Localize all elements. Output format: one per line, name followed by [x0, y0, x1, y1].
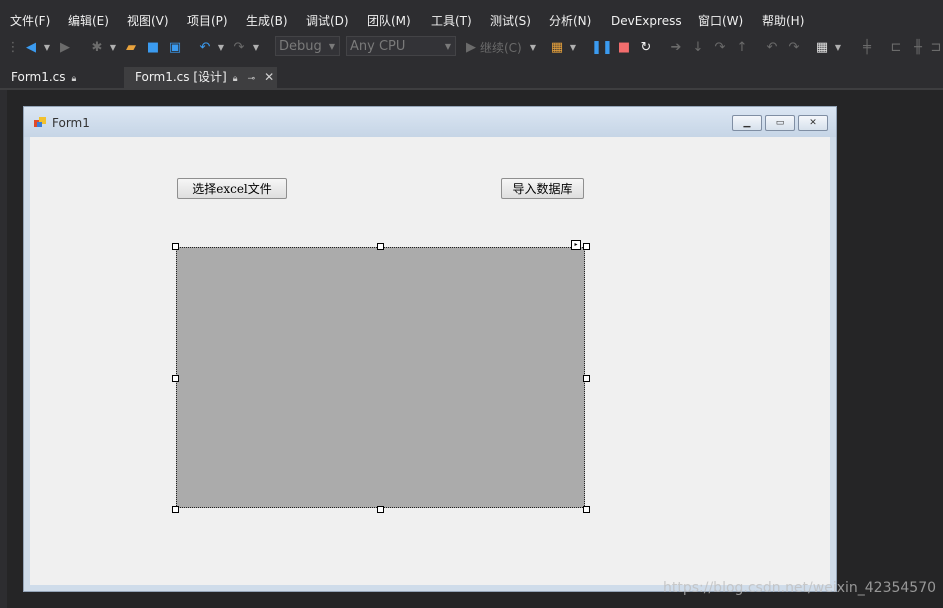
- undo-icon[interactable]: ↶: [196, 37, 214, 57]
- solution-platform-value: Any CPU: [350, 39, 406, 54]
- align-to-grid-icon[interactable]: ▦: [813, 37, 831, 57]
- import-database-button[interactable]: 导入数据库: [501, 178, 584, 199]
- menu-view[interactable]: 视图(V): [127, 10, 169, 32]
- pin-icon[interactable]: ⊸: [248, 69, 256, 90]
- menu-debug[interactable]: 调试(D): [306, 10, 349, 32]
- menu-file[interactable]: 文件(F): [10, 10, 50, 32]
- attach-process-icon[interactable]: ▦: [548, 37, 566, 57]
- align-center-icon[interactable]: ╪: [858, 37, 876, 57]
- close-icon[interactable]: ✕: [264, 67, 274, 88]
- menu-devexpress[interactable]: DevExpress: [611, 10, 682, 32]
- tab-label: Form1.cs: [11, 70, 66, 84]
- chevron-down-icon: ▼: [328, 42, 335, 51]
- menu-window[interactable]: 窗口(W): [698, 10, 743, 32]
- pause-icon[interactable]: ❚❚: [591, 37, 613, 57]
- align-left-icon[interactable]: ⊏: [888, 37, 904, 57]
- navigate-forward-icon[interactable]: ↷: [785, 37, 803, 57]
- resize-handle-left[interactable]: [172, 375, 179, 382]
- align-middle-icon[interactable]: ╫: [910, 37, 926, 57]
- step-over-icon[interactable]: ↷: [711, 37, 729, 57]
- resize-handle-bottom[interactable]: [377, 506, 384, 513]
- watermark-text: https://blog.csdn.net/weixin_42354570: [663, 580, 937, 596]
- document-tabs: Form1.cs 🔒︎ Form1.cs [设计] 🔒︎ ⊸ ✕: [0, 67, 943, 88]
- restart-icon[interactable]: ↻: [637, 37, 655, 57]
- menu-bar: 文件(F) 编辑(E) 视图(V) 项目(P) 生成(B) 调试(D) 团队(M…: [0, 10, 943, 32]
- step-into-icon[interactable]: ↓: [689, 37, 707, 57]
- maximize-button[interactable]: ▭: [765, 115, 795, 131]
- menu-test[interactable]: 测试(S): [490, 10, 531, 32]
- tab-label: Form1.cs [设计]: [135, 70, 227, 84]
- lock-icon: 🔒︎: [71, 74, 77, 84]
- resize-handle-top[interactable]: [377, 243, 384, 250]
- resize-handle-top-left[interactable]: [172, 243, 179, 250]
- smart-tag-icon[interactable]: ▸: [571, 240, 581, 250]
- resize-handle-bottom-left[interactable]: [172, 506, 179, 513]
- toolbar-grip-icon: ⋮: [6, 39, 20, 55]
- menu-edit[interactable]: 编辑(E): [68, 10, 109, 32]
- forward-icon[interactable]: ▶: [56, 37, 74, 57]
- lock-icon: 🔒︎: [232, 74, 238, 84]
- close-button[interactable]: ✕: [798, 115, 828, 131]
- align-right-icon[interactable]: ⊐: [930, 37, 942, 57]
- form-title-bar: Form1 ▁ ▭ ✕: [24, 107, 836, 137]
- form-app-icon: [34, 117, 46, 127]
- solution-platform-combo[interactable]: Any CPU ▼: [346, 36, 456, 56]
- back-dropdown-icon[interactable]: ▼: [42, 37, 52, 57]
- back-icon[interactable]: ◀: [22, 37, 40, 57]
- resize-handle-right[interactable]: [583, 375, 590, 382]
- new-project-dropdown-icon[interactable]: ▼: [108, 37, 118, 57]
- tab-form1-code[interactable]: Form1.cs 🔒︎: [0, 67, 120, 88]
- menu-team[interactable]: 团队(M): [367, 10, 411, 32]
- navigate-backward-icon[interactable]: ↶: [763, 37, 781, 57]
- chevron-down-icon: ▼: [444, 42, 451, 51]
- menu-tools[interactable]: 工具(T): [431, 10, 472, 32]
- datagridview[interactable]: [176, 247, 585, 508]
- standard-toolbar: ⋮ ◀ ▼ ▶ ✱ ▼ ▰ ■ ▣ ↶ ▼ ↷ ▼ Debug ▼ Any CP…: [0, 34, 943, 60]
- undo-dropdown-icon[interactable]: ▼: [216, 37, 226, 57]
- minimize-button[interactable]: ▁: [732, 115, 762, 131]
- menu-analyze[interactable]: 分析(N): [549, 10, 591, 32]
- save-icon[interactable]: ■: [144, 37, 162, 57]
- menu-build[interactable]: 生成(B): [246, 10, 288, 32]
- align-dropdown-icon[interactable]: ▼: [833, 37, 843, 57]
- solution-config-value: Debug: [279, 39, 322, 54]
- solution-config-combo[interactable]: Debug ▼: [275, 36, 340, 56]
- menu-project[interactable]: 项目(P): [187, 10, 228, 32]
- open-file-icon[interactable]: ▰: [122, 37, 140, 57]
- redo-dropdown-icon[interactable]: ▼: [251, 37, 261, 57]
- menu-help[interactable]: 帮助(H): [762, 10, 804, 32]
- step-out-icon[interactable]: ↑: [733, 37, 751, 57]
- redo-icon[interactable]: ↷: [230, 37, 248, 57]
- save-all-icon[interactable]: ▣: [166, 37, 184, 57]
- attach-dropdown-icon[interactable]: ▼: [568, 37, 578, 57]
- title-area-strip: [0, 0, 943, 10]
- tab-form1-designer[interactable]: Form1.cs [设计] 🔒︎ ⊸ ✕: [124, 67, 277, 88]
- resize-handle-bottom-right[interactable]: [583, 506, 590, 513]
- show-next-statement-icon[interactable]: ➔: [667, 37, 685, 57]
- stop-icon[interactable]: ■: [615, 37, 633, 57]
- select-excel-button[interactable]: 选择excel文件: [177, 178, 287, 199]
- new-project-icon[interactable]: ✱: [88, 37, 106, 57]
- start-icon[interactable]: ▶: [463, 37, 479, 57]
- form-title: Form1: [52, 116, 90, 130]
- resize-handle-top-right[interactable]: [583, 243, 590, 250]
- continue-dropdown-icon[interactable]: ▼: [528, 37, 538, 57]
